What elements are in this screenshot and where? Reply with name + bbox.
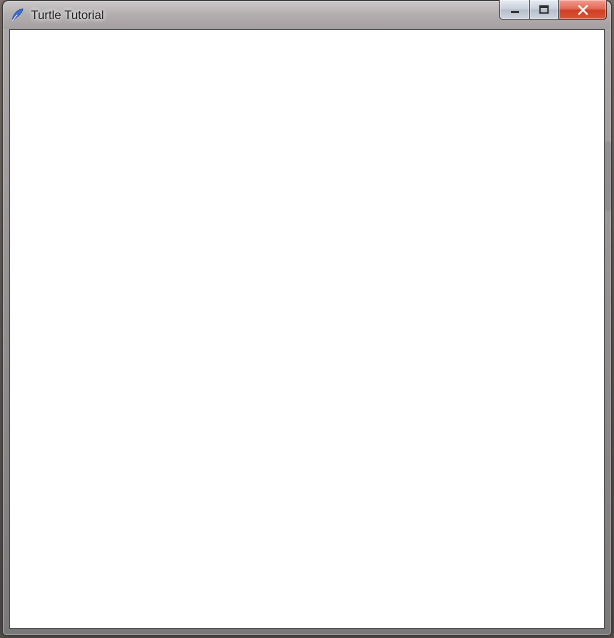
close-button[interactable] (559, 0, 607, 20)
application-window: Turtle Tutorial (2, 0, 612, 636)
window-controls (499, 0, 607, 20)
minimize-icon (510, 5, 520, 15)
tk-feather-icon (9, 7, 25, 23)
titlebar[interactable]: Turtle Tutorial (3, 1, 611, 29)
turtle-canvas[interactable] (13, 33, 601, 625)
close-icon (577, 5, 589, 15)
scrollbar-thumb[interactable] (605, 141, 611, 211)
maximize-button[interactable] (529, 0, 559, 20)
window-title: Turtle Tutorial (31, 1, 104, 29)
client-area (9, 29, 605, 629)
minimize-button[interactable] (499, 0, 529, 20)
maximize-icon (539, 5, 549, 15)
